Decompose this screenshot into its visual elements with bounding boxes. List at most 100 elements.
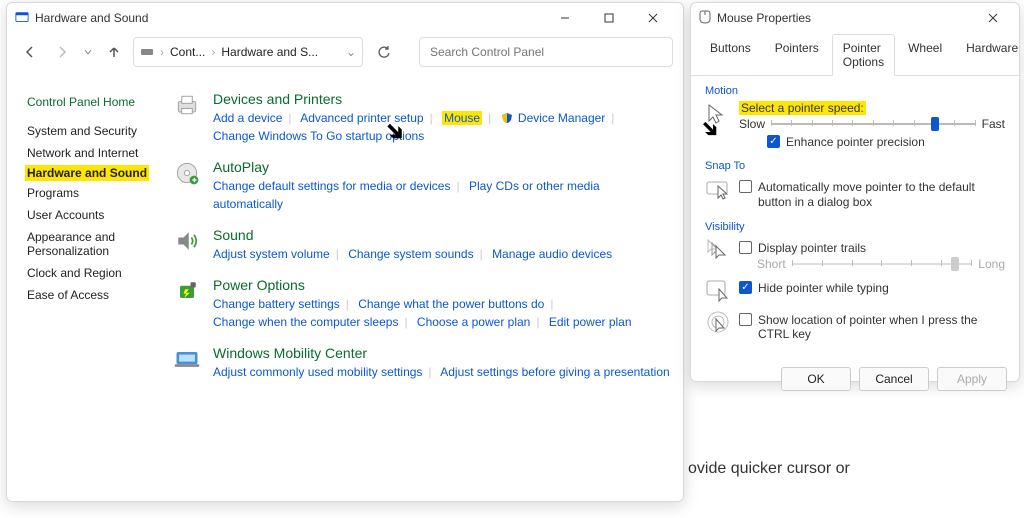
motion-group: Motion Select a pointer speed: Slow Fas — [705, 84, 1005, 149]
visibility-legend: Visibility — [705, 220, 1005, 233]
hide-typing-checkbox[interactable]: Hide pointer while typing — [739, 281, 1005, 295]
choose-plan-link[interactable]: Choose a power plan — [417, 315, 530, 329]
mp-titlebar: Mouse Properties — [691, 3, 1019, 33]
close-button[interactable] — [631, 4, 675, 32]
battery-settings-link[interactable]: Change battery settings — [213, 297, 340, 311]
tab-wheel[interactable]: Wheel — [897, 34, 953, 76]
short-label: Short — [757, 257, 786, 271]
snapto-icon — [705, 176, 731, 202]
devices-printers-heading[interactable]: Devices and Printers — [213, 91, 671, 107]
checkbox-icon — [739, 241, 752, 254]
sidebar-network-internet[interactable]: Network and Internet — [19, 143, 169, 163]
search-box[interactable] — [419, 37, 673, 67]
devices-printers-icon — [173, 91, 201, 119]
slow-label: Slow — [739, 117, 765, 131]
forward-button[interactable] — [49, 39, 75, 65]
checkbox-icon — [739, 180, 752, 193]
mobility-center-icon — [173, 345, 201, 373]
power-buttons-link[interactable]: Change what the power buttons do — [358, 297, 544, 311]
add-device-link[interactable]: Add a device — [213, 111, 282, 125]
control-panel-icon — [15, 10, 29, 27]
visibility-group: Visibility Display pointer trails Short — [705, 220, 1005, 341]
dialog-button-row: OK Cancel Apply — [691, 359, 1019, 399]
breadcrumb-1[interactable]: Cont... — [170, 45, 205, 59]
checkbox-icon — [739, 313, 752, 326]
power-options-icon — [173, 277, 201, 305]
sound-heading[interactable]: Sound — [213, 227, 671, 243]
hide-typing-icon — [705, 277, 731, 303]
address-bar[interactable]: › Cont... › Hardware and S... ⌄ — [133, 37, 363, 67]
pointer-speed-label: Select a pointer speed: — [739, 101, 866, 115]
autoplay-defaults-link[interactable]: Change default settings for media or dev… — [213, 179, 450, 193]
motion-legend: Motion — [705, 84, 1005, 97]
sidebar-system-security[interactable]: System and Security — [19, 121, 169, 141]
tab-pointer-options[interactable]: Pointer Options — [832, 34, 895, 76]
ok-button[interactable]: OK — [781, 367, 851, 391]
system-sounds-link[interactable]: Change system sounds — [348, 247, 473, 261]
sleep-settings-link[interactable]: Change when the computer sleeps — [213, 315, 398, 329]
snapto-group: Snap To Automatically move pointer to th… — [705, 159, 1005, 210]
cp-title: Hardware and Sound — [35, 11, 148, 25]
mp-title: Mouse Properties — [717, 11, 811, 25]
sidebar-programs[interactable]: Programs — [19, 183, 169, 203]
autoplay-icon — [173, 159, 201, 187]
mp-close-button[interactable] — [975, 4, 1011, 32]
trails-label: Display pointer trails — [758, 241, 866, 255]
recent-dropdown[interactable] — [81, 39, 95, 65]
power-options-heading[interactable]: Power Options — [213, 277, 671, 293]
long-label: Long — [978, 257, 1005, 271]
checkbox-icon — [739, 281, 752, 294]
hide-typing-label: Hide pointer while typing — [758, 281, 889, 295]
snapto-legend: Snap To — [705, 159, 1005, 172]
sidebar-user-accounts[interactable]: User Accounts — [19, 205, 169, 225]
trails-slider — [792, 257, 973, 271]
control-panel-window: Hardware and Sound › Cont... › Hardware … — [6, 2, 684, 502]
sidebar-clock-region[interactable]: Clock and Region — [19, 263, 169, 283]
nav-toolbar: › Cont... › Hardware and S... ⌄ — [7, 33, 683, 77]
audio-devices-link[interactable]: Manage audio devices — [492, 247, 612, 261]
presentation-settings-link[interactable]: Adjust settings before giving a presenta… — [440, 365, 669, 379]
snapto-checkbox[interactable]: Automatically move pointer to the defaul… — [739, 180, 1005, 210]
cancel-button[interactable]: Cancel — [859, 367, 929, 391]
edit-plan-link[interactable]: Edit power plan — [549, 315, 632, 329]
mobility-settings-link[interactable]: Adjust commonly used mobility settings — [213, 365, 422, 379]
enhance-precision-label: Enhance pointer precision — [786, 135, 925, 149]
back-button[interactable] — [17, 39, 43, 65]
breadcrumb-2[interactable]: Hardware and S... — [221, 45, 318, 59]
trails-icon — [705, 237, 731, 263]
enhance-precision-checkbox[interactable]: Enhance pointer precision — [767, 135, 1005, 149]
mp-tabs: Buttons Pointers Pointer Options Wheel H… — [691, 33, 1019, 76]
maximize-button[interactable] — [587, 4, 631, 32]
up-button[interactable] — [101, 39, 127, 65]
refresh-button[interactable] — [369, 45, 399, 59]
tab-pointers[interactable]: Pointers — [764, 34, 830, 76]
tab-buttons[interactable]: Buttons — [699, 34, 762, 76]
mouse-link[interactable]: Mouse — [442, 111, 482, 125]
apply-button[interactable]: Apply — [937, 367, 1007, 391]
adjust-volume-link[interactable]: Adjust system volume — [213, 247, 330, 261]
fast-label: Fast — [982, 117, 1005, 131]
tab-hardware[interactable]: Hardware — [955, 34, 1024, 76]
search-input[interactable] — [430, 45, 662, 59]
drive-icon — [140, 45, 154, 60]
sidebar-appearance[interactable]: Appearance and Personalization — [19, 227, 139, 261]
ctrl-locate-icon — [705, 309, 731, 335]
sidebar-hardware-sound[interactable]: Hardware and Sound — [25, 165, 149, 181]
minimize-button[interactable] — [543, 4, 587, 32]
pointer-speed-slider[interactable] — [771, 117, 976, 131]
device-manager-link[interactable]: Device Manager — [518, 111, 605, 125]
autoplay-heading[interactable]: AutoPlay — [213, 159, 671, 175]
checkbox-icon — [767, 135, 780, 148]
control-panel-home-link[interactable]: Control Panel Home — [27, 95, 169, 109]
trails-checkbox[interactable]: Display pointer trails — [739, 241, 1005, 255]
main-panel: Devices and Printers Add a device| Advan… — [173, 91, 671, 395]
sidebar: Control Panel Home System and Security N… — [19, 91, 169, 395]
snapto-label: Automatically move pointer to the defaul… — [758, 180, 1005, 210]
mobility-center-heading[interactable]: Windows Mobility Center — [213, 345, 671, 361]
sound-icon — [173, 227, 201, 255]
shield-icon — [501, 111, 513, 123]
sidebar-ease-of-access[interactable]: Ease of Access — [19, 285, 169, 305]
cp-titlebar: Hardware and Sound — [7, 3, 683, 33]
ctrl-locate-checkbox[interactable]: Show location of pointer when I press th… — [739, 313, 1005, 341]
chevron-down-icon[interactable]: ⌄ — [346, 45, 356, 59]
